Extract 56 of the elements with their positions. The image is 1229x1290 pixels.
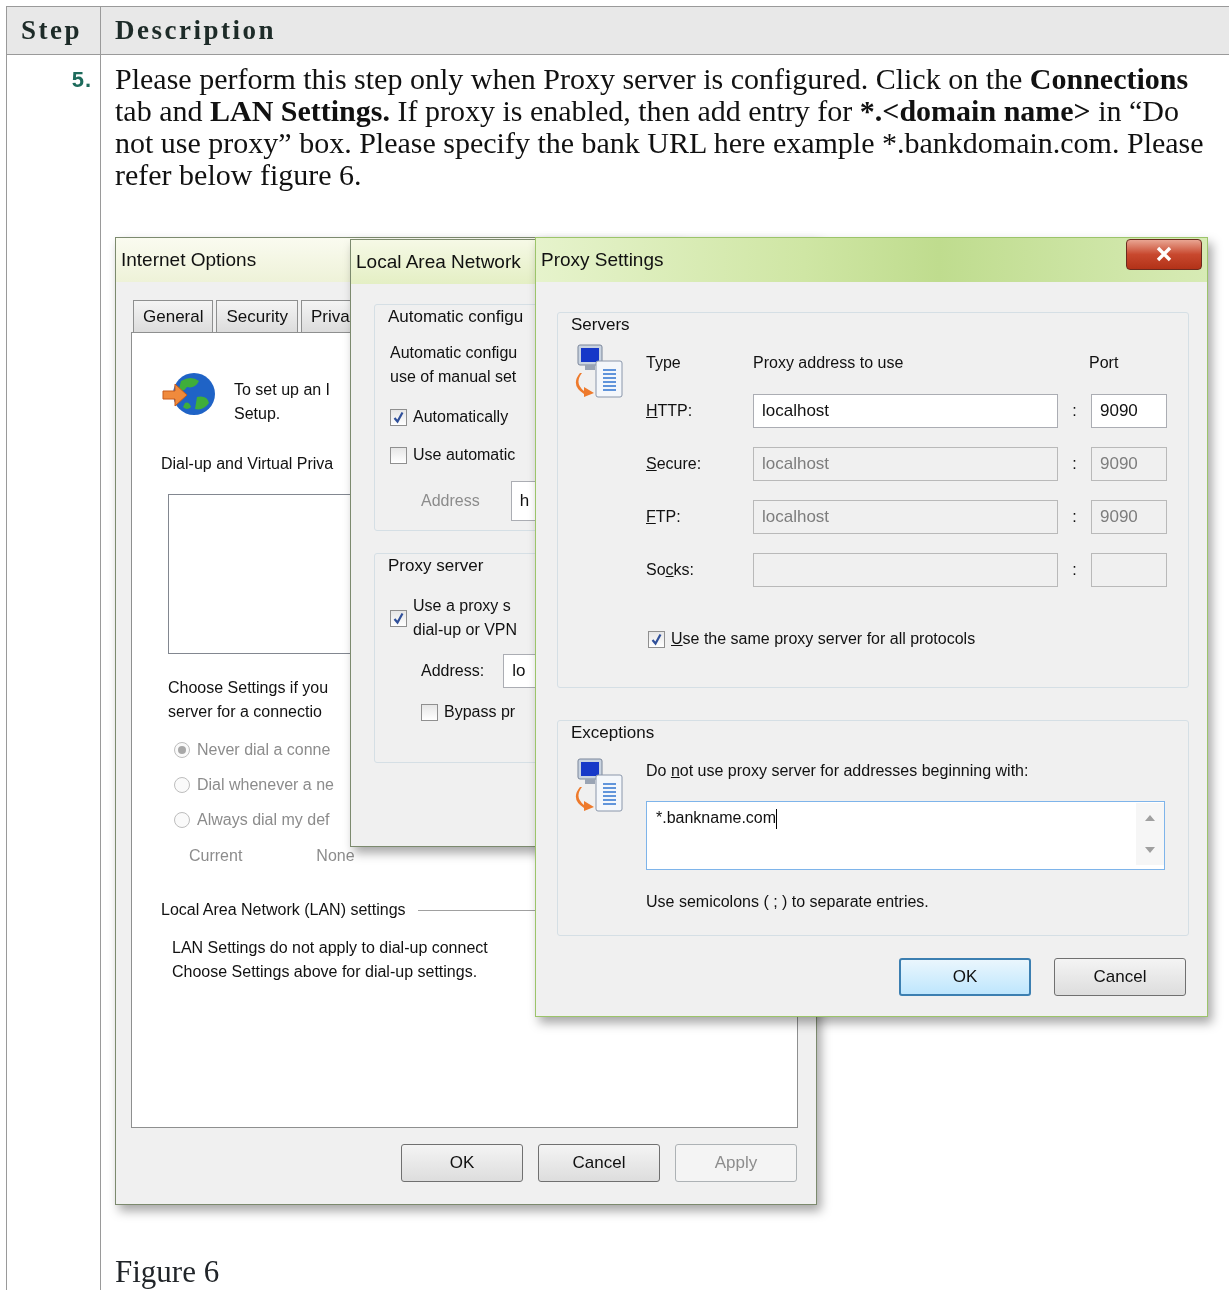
close-button[interactable] [1126, 238, 1202, 270]
window-title: Local Area Network [356, 249, 521, 274]
close-icon [1155, 246, 1173, 262]
figure-caption: Figure 6 [115, 1253, 220, 1290]
section-heading: Local Area Network (LAN) settings [161, 900, 406, 920]
checkbox-label: Use a proxy s dial-up or VPN [413, 596, 518, 640]
window-title: Internet Options [121, 247, 257, 272]
separator-text: : [1072, 454, 1077, 474]
lan-note: LAN Settings do not apply to dial-up connect Choose Settings above for dial-up settings. [172, 938, 488, 982]
checkbox[interactable] [390, 446, 407, 464]
checkbox[interactable] [421, 703, 438, 721]
column-header: Port [1089, 353, 1120, 373]
column-header: Proxy address to use [753, 353, 905, 373]
hint-text: Use semicolons ( ; ) to separate entries. [646, 892, 929, 912]
separator-text: : [1072, 401, 1077, 421]
address-field[interactable]: localhost [753, 394, 1058, 428]
column-header: Step [21, 14, 82, 48]
current-value: None [316, 846, 355, 866]
group-text: Automatic configu use of manual set [390, 343, 518, 387]
checkbox-label: Use the same proxy server for all protocols [671, 629, 976, 649]
port-field[interactable]: 9090 [1091, 394, 1167, 428]
dialog-button[interactable]: Cancel [1054, 958, 1186, 996]
field-label: Do not use proxy server for addresses beginning with: [646, 761, 1029, 781]
checkbox-label: Automatically [413, 407, 509, 427]
step-description: Please perform this step only when Proxy server is configured. Click on the Connections tab and LAN Settings. If proxy is enabled, then add entry for *.<domain name> in “Do not use proxy” box. Please specify the bank URL here example *.bankdomain.com. Please refer below figure 6. [115, 63, 1205, 191]
column-header: Type [646, 353, 682, 373]
dialog-button[interactable]: Cancel [538, 1144, 660, 1182]
scrollbar[interactable] [1136, 803, 1164, 865]
field-label: Address [421, 491, 480, 511]
tab[interactable]: Security [216, 300, 298, 332]
step-number: 5. [71, 67, 92, 92]
column-header: Description [115, 15, 276, 46]
radio-label: Never dial a conne [197, 739, 331, 760]
radio-label: Always dial my def [197, 809, 330, 830]
field-label: FTP: [646, 507, 682, 527]
current-label: Current [189, 846, 243, 866]
window-title: Proxy Settings [541, 247, 664, 272]
field-label: Secure: [646, 454, 703, 474]
field-label: Address: [421, 661, 485, 681]
checkbox[interactable] [390, 408, 407, 426]
checkbox[interactable] [648, 630, 665, 648]
checkbox-label: Use automatic [413, 445, 516, 465]
field-label: Socks: [646, 560, 696, 580]
tab[interactable]: General [133, 300, 214, 332]
checkbox[interactable] [390, 609, 407, 627]
radio-label: Dial whenever a ne [197, 774, 334, 795]
setup-text: To set up an I Setup. [234, 380, 331, 424]
dialog-button[interactable]: OK [401, 1144, 523, 1182]
separator-text: : [1072, 560, 1077, 580]
section-heading: Dial-up and Virtual Priva [161, 454, 334, 474]
exceptions-field[interactable]: *.bankname.com [646, 801, 1165, 870]
separator-text: : [1072, 507, 1077, 527]
dialog-button[interactable]: OK [899, 958, 1031, 996]
field-label: HTTP: [646, 401, 694, 421]
settings-hint: Choose Settings if you server for a connectio [168, 678, 329, 722]
checkbox-label: Bypass pr [444, 702, 516, 722]
